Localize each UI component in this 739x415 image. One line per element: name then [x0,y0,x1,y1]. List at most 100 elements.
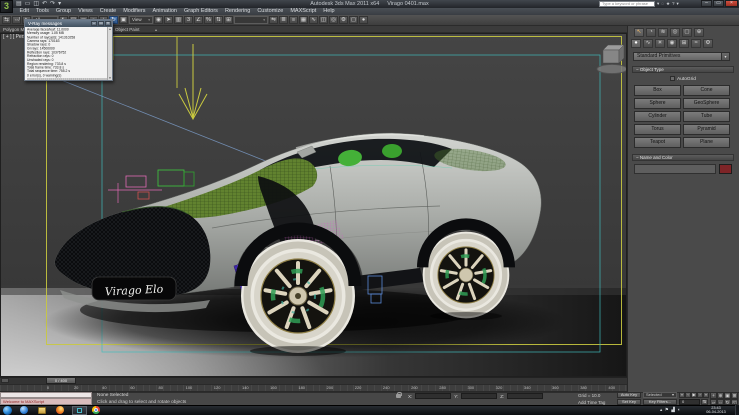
menu-item[interactable]: Modifiers [120,8,149,15]
schematic-view-icon[interactable]: ◫ [319,16,328,24]
show-desktop-button[interactable] [735,405,739,415]
maxscript-macro-recorder-field[interactable]: Welcome to MAXScript [0,398,92,405]
object-name-field[interactable] [634,164,716,174]
internet-explorer-icon[interactable] [20,406,28,414]
key-set-dropdown[interactable]: Selected ▾ [643,392,677,398]
primitive-category-dropdown[interactable]: Standard Primitives ▾ [633,52,730,61]
mirror-icon[interactable]: ⇋ [269,16,278,24]
object-type-button[interactable]: Cylinder [634,111,681,122]
go-to-end-button[interactable]: » [703,392,709,398]
qat-dropdown-icon[interactable]: ▾ [58,1,61,7]
vray-messages-window[interactable]: V-Ray messages – ▭ × Average faces/leaf: 1… [24,19,113,81]
layer-manager-icon[interactable]: ≡ [289,16,298,24]
tray-expand-icon[interactable]: ▴ [660,406,662,414]
snap-toggle-icon[interactable]: 3 [184,16,193,24]
tab-motion[interactable]: ◎ [670,28,680,37]
menu-item[interactable]: Tools [32,8,52,15]
percent-snap-icon[interactable]: % [204,16,213,24]
coordinate-y-field[interactable] [461,393,498,399]
tab-display[interactable]: ▢ [682,28,692,37]
tab-utilities[interactable]: ⊕ [694,28,704,37]
use-pivot-center-icon[interactable]: ◉ [154,16,163,24]
maximize-button[interactable]: ▭ [713,0,724,7]
new-scene-icon[interactable]: ▤ [16,1,22,7]
viewport-canvas[interactable]: Virago Elo [0,33,627,377]
render-production-icon[interactable]: ● [359,16,368,24]
align-icon[interactable]: ≣ [279,16,288,24]
vray-scrollbar[interactable]: ▲ ▼ [107,27,112,80]
selection-lock-icon[interactable] [396,391,402,398]
material-editor-icon[interactable]: ◎ [329,16,338,24]
menu-item[interactable]: Rendering [221,8,253,15]
app-logo-icon[interactable]: 3 [0,0,13,13]
rendered-frame-icon[interactable]: ▢ [349,16,358,24]
subtab-geometry[interactable]: ● [631,39,641,48]
auto-key-button[interactable]: Auto Key [617,392,641,398]
select-and-link-icon[interactable]: ⇆ [2,16,11,24]
save-file-icon[interactable]: ◫ [33,1,39,7]
subtab-cameras[interactable]: ◉ [667,39,677,48]
subtab-systems[interactable]: ⚙ [703,39,713,48]
menu-item[interactable]: Graph Editors [181,8,222,15]
action-center-icon[interactable]: ⚑ [665,406,669,414]
mini-curve-editor-button[interactable] [1,378,9,383]
volume-icon[interactable]: ◖ [677,406,680,414]
coordinate-x-field[interactable] [415,393,452,399]
object-color-swatch[interactable] [719,164,732,174]
search-input[interactable]: Type a keyword or phrase [599,1,655,7]
angle-snap-icon[interactable]: ∠ [194,16,203,24]
menu-item[interactable]: Group [52,8,74,15]
vray-window-titlebar[interactable]: V-Ray messages – ▭ × [25,20,112,27]
minimize-button[interactable]: – [701,0,712,7]
object-type-button[interactable]: Box [634,85,681,96]
name-color-rollout[interactable]: − Name and Color [632,154,734,161]
subtab-lights[interactable]: ☀ [655,39,665,48]
menu-item[interactable]: MAXScript [287,8,320,15]
object-type-button[interactable]: Pyramid [683,124,730,135]
coordinate-system-dropdown[interactable]: View ▾ [129,16,153,24]
subtab-spacewarps[interactable]: ≈ [691,39,701,48]
render-setup-icon[interactable]: ⚙ [339,16,348,24]
help-dropdown-icon[interactable]: ▾ [677,1,679,7]
menu-item[interactable]: Create [96,8,120,15]
communication-center-icon[interactable]: ◌ [661,1,664,7]
open-file-icon[interactable]: ▭ [25,1,31,7]
search-scope-icon[interactable]: ▾ [657,1,659,7]
menu-item[interactable]: Help [320,8,338,15]
coordinate-z-field[interactable] [507,393,544,399]
subtab-helpers[interactable]: ⊞ [679,39,689,48]
menu-item[interactable]: Animation [149,8,180,15]
help-icon[interactable]: ? [672,1,675,7]
close-button[interactable]: × [725,0,738,7]
named-selection-dropdown[interactable]: ▾ [234,16,268,24]
unlink-selection-icon[interactable]: ⇎ [12,16,21,24]
object-type-button[interactable]: Tube [683,111,730,122]
redo-icon[interactable]: ↷ [50,1,55,7]
menu-item[interactable]: Views [75,8,97,15]
favorites-icon[interactable]: ★ [666,1,670,7]
vray-maximize-button[interactable]: ▭ [98,21,104,26]
windows-explorer-icon[interactable] [38,406,46,414]
edit-named-sets-icon[interactable]: ⊞ [224,16,233,24]
spinner-snap-icon[interactable]: ⇅ [214,16,223,24]
object-type-button[interactable]: Torus [634,124,681,135]
keyboard-override-icon[interactable]: ▥ [174,16,183,24]
curve-editor-icon[interactable]: ∿ [309,16,318,24]
select-and-scale-icon[interactable]: ▣ [119,16,128,24]
firefox-icon[interactable] [56,406,64,414]
ribbon-collapse-icon[interactable]: ▴ [155,27,157,32]
select-and-manipulate-icon[interactable]: ➤ [164,16,173,24]
object-type-button[interactable]: Teapot [634,137,681,148]
object-type-rollout[interactable]: − Object Type [632,66,734,73]
time-slider[interactable] [0,377,627,384]
object-type-button[interactable]: Cone [683,85,730,96]
tab-modify[interactable]: ◔ [646,28,656,37]
autogrid-checkbox[interactable] [670,76,676,81]
start-button[interactable] [3,405,12,415]
menu-item[interactable]: Edit [16,8,32,15]
tab-create[interactable]: ↖ [634,28,644,37]
tab-hierarchy[interactable]: ≋ [658,28,668,37]
object-type-button[interactable]: GeoSphere [683,98,730,109]
chrome-icon[interactable] [92,406,100,414]
ribbon-tab-object-paint[interactable]: Object Paint [115,27,140,32]
